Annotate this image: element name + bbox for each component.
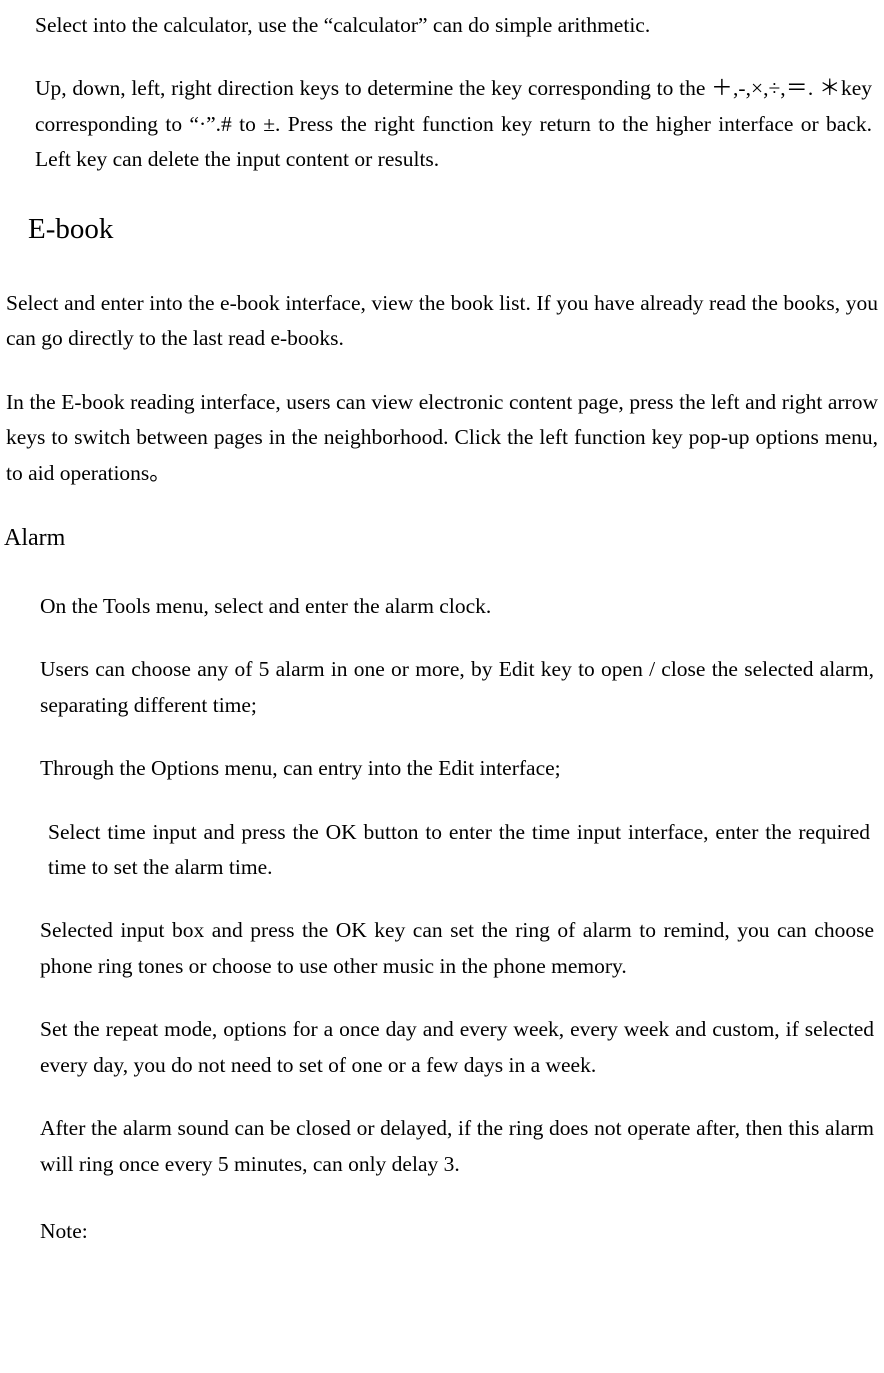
alarm-paragraph-1: On the Tools menu, select and enter the … [0, 589, 884, 624]
document-page: Select into the calculator, use the “cal… [0, 0, 884, 1270]
heading-ebook: E-book [28, 206, 884, 254]
alarm-paragraph-3: Through the Options menu, can entry into… [0, 751, 884, 786]
alarm-note-label: Note: [0, 1214, 884, 1249]
calculator-paragraph-1: Select into the calculator, use the “cal… [0, 8, 884, 43]
ebook-paragraph-2: In the E-book reading interface, users c… [0, 385, 884, 491]
alarm-paragraph-2: Users can choose any of 5 alarm in one o… [0, 652, 884, 723]
alarm-paragraph-4: Select time input and press the OK butto… [0, 815, 884, 886]
alarm-paragraph-6: Set the repeat mode, options for a once … [0, 1012, 884, 1083]
calculator-paragraph-2: Up, down, left, right direction keys to … [0, 71, 884, 177]
ebook-paragraph-1: Select and enter into the e-book interfa… [0, 286, 884, 357]
alarm-paragraph-5: Selected input box and press the OK key … [0, 913, 884, 984]
alarm-paragraph-7: After the alarm sound can be closed or d… [0, 1111, 884, 1182]
heading-alarm: Alarm [4, 519, 884, 559]
